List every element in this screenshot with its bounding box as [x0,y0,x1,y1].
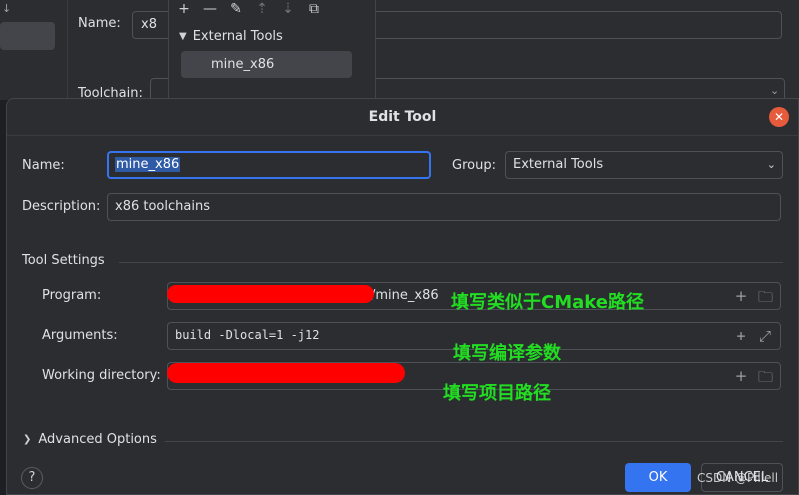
tree-group-label: External Tools [192,29,283,44]
chevron-right-icon: ❯ [23,434,32,445]
group-value: External Tools [513,157,604,172]
advanced-options-toggle[interactable]: ❯ Advanced Options [23,432,157,447]
add-macro-icon[interactable]: + [734,327,748,345]
move-down-icon[interactable]: ⇣ [279,1,297,17]
description-input[interactable]: x86 toolchains [107,193,781,221]
tree-toolbar: + — ✎ ⇡ ⇣ ⧉ [175,1,323,17]
copy-icon[interactable]: ⧉ [305,1,323,17]
program-label: Program: [42,288,102,303]
expand-icon[interactable]: ⤢ [758,327,772,345]
background-name-value: x8 [141,17,157,32]
edit-tool-dialog: Edit Tool ✕ Name: mine_x86 Group: Extern… [6,98,799,495]
folder-icon[interactable]: 🗀 [758,287,773,309]
background-name-label: Name: [78,16,121,31]
ok-button[interactable]: OK [625,463,691,492]
advanced-options-label: Advanced Options [38,432,157,447]
arguments-value: build -Dlocal=1 -j12 [175,328,320,342]
help-button[interactable]: ? [21,467,43,489]
background-selected-item[interactable] [0,22,55,50]
program-redaction [167,285,374,303]
add-macro-icon[interactable]: + [734,367,748,389]
add-macro-icon[interactable]: + [734,287,748,309]
arrow-down-icon: ↓ [2,2,12,15]
dialog-title: Edit Tool [368,109,437,125]
tree-item-mine-x86[interactable]: mine_x86 [181,51,352,78]
help-icon: ? [28,470,36,485]
program-annotation: 填写类似于CMake路径 [451,292,644,313]
section-divider [119,262,783,263]
working-directory-redaction [167,363,405,383]
move-up-icon[interactable]: ⇡ [253,1,271,17]
tree-group-external-tools[interactable]: ▼ External Tools [179,29,283,44]
name-label: Name: [22,158,65,173]
description-value: x86 toolchains [115,199,210,214]
tree-item-label: mine_x86 [211,57,275,72]
working-directory-label: Working directory: [42,368,161,383]
group-label: Group: [452,158,496,173]
title-divider [7,135,798,136]
group-select[interactable]: External Tools ⌄ [505,151,783,179]
add-icon[interactable]: + [175,1,193,17]
watermark: CSDN @Pillell [697,471,779,485]
program-field-icons: + 🗀 [734,287,773,309]
edit-icon[interactable]: ✎ [227,1,245,17]
tools-tree-popup: + — ✎ ⇡ ⇣ ⧉ ▼ External Tools mine_x86 [168,0,376,100]
tool-settings-title: Tool Settings [22,253,105,268]
description-label: Description: [22,199,101,214]
folder-icon[interactable]: 🗀 [758,367,773,389]
working-directory-field-icons: + 🗀 [734,367,773,389]
working-directory-annotation: 填写项目路径 [443,383,551,404]
name-input[interactable]: mine_x86 [107,151,431,179]
arguments-label: Arguments: [42,328,118,343]
chevron-down-icon: ⌄ [766,158,776,171]
name-value: mine_x86 [115,157,181,172]
advanced-divider [165,441,783,442]
chevron-down-icon: ▼ [179,31,187,42]
remove-icon[interactable]: — [201,1,219,17]
close-button[interactable]: ✕ [769,107,789,127]
chevron-down-icon: ⌄ [770,84,780,97]
arguments-annotation: 填写编译参数 [453,343,561,364]
arguments-field-icons: + ⤢ [734,327,772,345]
background-sidebar: ↓ [0,0,68,100]
close-icon: ✕ [773,110,785,124]
